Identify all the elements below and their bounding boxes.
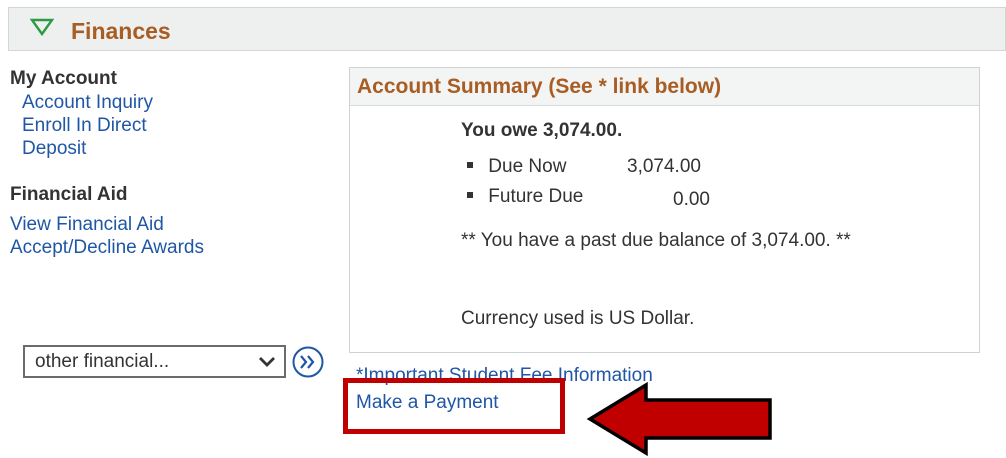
arrow-left-icon [586, 381, 772, 457]
due-now-row: Due Now 3,074.00 [467, 156, 701, 178]
amount-owed-text: You owe 3,074.00. [461, 120, 623, 141]
future-due-label: Future Due [488, 186, 584, 207]
finances-header[interactable]: Finances [8, 7, 1006, 51]
triangle-down-icon[interactable] [30, 17, 54, 37]
bullet-icon [467, 161, 473, 168]
financial-aid-title: Financial Aid [10, 184, 128, 205]
future-due-amount: 0.00 [673, 189, 710, 210]
chevron-down-icon [259, 357, 275, 367]
future-due-row: Future Due 0.00 [467, 186, 710, 210]
my-account-links: Account Inquiry Enroll In Direct Deposit [10, 90, 330, 162]
other-financial-select[interactable]: other financial... [23, 345, 286, 378]
account-summary-header: Account Summary (See * link below) [350, 68, 979, 106]
section-title: Finances [71, 18, 171, 44]
double-chevron-right-icon[interactable] [290, 344, 326, 380]
select-value: other financial... [35, 351, 170, 372]
bullet-icon [467, 191, 473, 198]
past-due-text: ** You have a past due balance of 3,074.… [461, 230, 851, 251]
due-now-label: Due Now [488, 156, 567, 177]
account-summary-title: Account Summary (See * link below) [357, 75, 722, 98]
my-account-title: My Account [10, 68, 117, 89]
account-summary-panel: Account Summary (See * link below) You o… [349, 67, 980, 353]
enroll-direct-deposit-link-line2[interactable]: Deposit [10, 136, 330, 162]
highlight-box [343, 378, 565, 434]
left-panel: My Account Account Inquiry Enroll In Dir… [10, 68, 330, 261]
currency-text: Currency used is US Dollar. [461, 308, 695, 329]
accept-decline-awards-link[interactable]: Accept/Decline Awards [10, 235, 330, 261]
due-now-amount: 3,074.00 [627, 156, 701, 177]
